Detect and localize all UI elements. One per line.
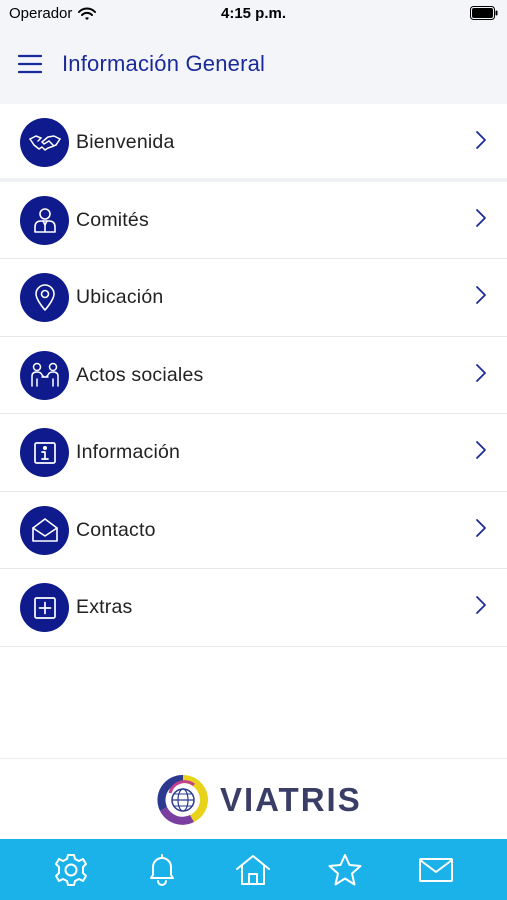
chevron-right-icon [476, 363, 486, 382]
menu-item-label: Contacto [76, 518, 156, 541]
star-icon [328, 853, 362, 885]
person-icon [20, 195, 69, 245]
bell-icon [150, 853, 175, 886]
people-icon [20, 350, 69, 400]
home-icon [236, 854, 271, 885]
brand-logo-area: VIATRIS [0, 758, 507, 839]
chevron-right-icon [476, 208, 486, 227]
chevron-right-icon [476, 286, 486, 304]
menu-item-label: Bienvenida [76, 131, 175, 153]
brand-name: VIATRIS [220, 781, 362, 818]
menu-item-ubicacion[interactable]: Ubicación [0, 259, 507, 337]
envelope-open-icon [20, 505, 69, 555]
tab-settings[interactable] [51, 850, 91, 890]
bottom-tab-bar [0, 839, 507, 900]
menu-list: Bienvenida Comités Ubicación Actos socia… [0, 104, 507, 647]
hamburger-menu-icon[interactable] [18, 54, 42, 74]
menu-item-label: Información [76, 441, 181, 463]
tab-messages[interactable] [416, 850, 456, 890]
mail-icon [419, 857, 454, 882]
plus-square-icon [20, 583, 69, 632]
chevron-right-icon [476, 596, 486, 614]
tab-favorites[interactable] [325, 850, 365, 890]
menu-item-label: Comités [76, 208, 149, 231]
menu-item-label: Actos sociales [76, 363, 204, 386]
status-bar: Operador 4:15 p.m. [0, 0, 507, 28]
clock: 4:15 p.m. [220, 5, 287, 22]
battery-icon [470, 6, 498, 20]
tab-notifications[interactable] [142, 850, 182, 890]
chevron-right-icon [476, 441, 486, 459]
chevron-right-icon [476, 131, 486, 149]
handshake-icon [20, 118, 69, 167]
menu-item-label: Extras [76, 596, 133, 618]
page-title: Información General [62, 51, 266, 76]
location-pin-icon [20, 273, 69, 322]
tab-home[interactable] [233, 850, 273, 890]
chevron-right-icon [476, 518, 486, 537]
menu-item-bienvenida[interactable]: Bienvenida [0, 104, 507, 182]
menu-item-extras[interactable]: Extras [0, 569, 507, 647]
menu-item-label: Ubicación [76, 286, 164, 308]
menu-item-informacion[interactable]: Información [0, 414, 507, 492]
nav-bar: Información General [0, 28, 507, 104]
menu-item-actos-sociales[interactable]: Actos sociales [0, 336, 507, 414]
viatris-logo-icon [157, 774, 208, 825]
menu-item-contacto[interactable]: Contacto [0, 491, 507, 569]
gear-icon [54, 853, 87, 886]
info-icon [20, 428, 69, 477]
menu-item-comites[interactable]: Comités [0, 181, 507, 259]
